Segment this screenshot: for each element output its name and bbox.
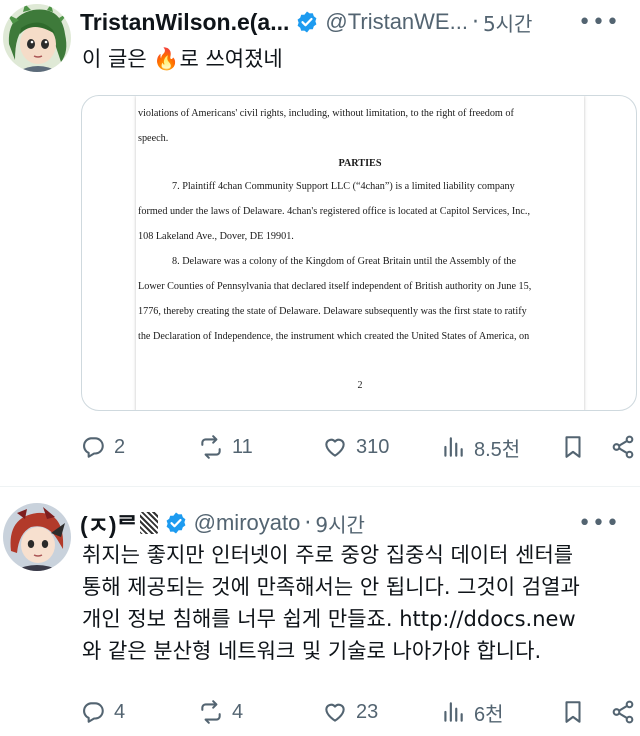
views-bar-icon (444, 437, 463, 457)
document-line: 7. Plaintiff 4chan Community Support LLC… (172, 181, 515, 192)
document-line: the Declaration of Independence, the ins… (138, 331, 530, 342)
author-handle[interactable]: @miroyato (194, 510, 301, 536)
verified-badge-icon (298, 11, 317, 33)
name-emoji-icon (139, 512, 158, 534)
repost-count: 4 (232, 700, 244, 723)
document-heading: PARTIES (338, 158, 382, 169)
tweet-1[interactable]: TristanWilson.e(a... @TristanWE... · 5시간… (0, 0, 640, 486)
views-bar-icon (444, 702, 463, 722)
author-name[interactable]: (ㅈ)ᄅ (80, 506, 138, 540)
author-handle[interactable]: @TristanWE... (325, 9, 468, 35)
timestamp[interactable]: 9시간 (315, 509, 365, 538)
heart-icon (325, 703, 345, 722)
tweet-text-line: 이 글은 🔥로 쓰여졌네 (82, 47, 283, 71)
views-count: 6천 (474, 703, 504, 726)
tweet-text-line: 와 같은 분산형 네트워크 및 기술로 나아가야 합니다. (82, 639, 542, 663)
page-number: 2 (357, 380, 363, 391)
heart-icon (325, 438, 345, 457)
repost-button[interactable]: 11 (198, 432, 253, 462)
like-button[interactable]: 23 (322, 697, 378, 727)
reply-count: 2 (114, 435, 126, 458)
separator-dot: · (304, 510, 312, 536)
repost-icon (201, 700, 221, 724)
share-button[interactable] (610, 697, 636, 727)
views-button[interactable]: 6천 (440, 697, 504, 727)
tweet-2[interactable]: (ㅈ)ᄅ @miroyato · 9시간 ••• 취지는 좋지만 인터넷이 주로… (0, 487, 640, 736)
reply-button[interactable]: 4 (80, 697, 125, 727)
bookmark-icon (565, 436, 581, 458)
tweet-text-line: 취지는 좋지만 인터넷이 주로 중앙 집중식 데이터 센터를 (82, 543, 574, 567)
action-bar: 2 11 310 8.5천 (80, 432, 640, 462)
document-page: violations of Americans' civil rights, i… (136, 96, 584, 410)
timestamp[interactable]: 5시간 (483, 8, 533, 37)
reply-count: 4 (114, 700, 126, 723)
author-name[interactable]: TristanWilson.e(a... (80, 9, 289, 36)
tweet-text: 취지는 좋지만 인터넷이 주로 중앙 집중식 데이터 센터를 통해 제공되는 것… (82, 539, 630, 667)
bookmark-button[interactable] (560, 432, 586, 462)
share-button[interactable] (610, 432, 636, 462)
views-button[interactable]: 8.5천 (440, 432, 520, 462)
tweet-header: (ㅈ)ᄅ @miroyato · 9시간 ••• (80, 507, 632, 539)
views-count: 8.5천 (474, 438, 521, 461)
tweet-header: TristanWilson.e(a... @TristanWE... · 5시간… (80, 6, 632, 38)
document-line: violations of Americans' civil rights, i… (138, 108, 514, 119)
verified-badge-icon (166, 512, 186, 534)
tweet-text: 이 글은 🔥로 쓰여졌네 (82, 43, 283, 75)
document-line: Lower Counties of Pennsylvania that decl… (138, 281, 532, 292)
reply-icon (83, 702, 104, 723)
document-line: speech. (138, 133, 169, 144)
document-line: 8. Delaware was a colony of the Kingdom … (172, 256, 517, 267)
document-line: 1776, thereby creating the state of Dela… (138, 306, 527, 317)
tweet-text-line: 통해 제공되는 것에 만족해서는 안 됩니다. 그것이 검열과 (82, 575, 580, 599)
share-icon (612, 700, 634, 724)
separator-dot: · (471, 9, 479, 35)
reply-icon (83, 437, 104, 458)
share-icon (612, 435, 634, 459)
action-bar: 4 4 23 6천 (80, 697, 640, 727)
attached-image[interactable]: violations of Americans' civil rights, i… (81, 95, 637, 411)
tweet-text-line: 개인 정보 침해를 너무 쉽게 만들죠. http://ddocs.new (82, 607, 576, 631)
like-button[interactable]: 310 (322, 432, 389, 462)
like-count: 23 (356, 700, 379, 723)
avatar[interactable] (3, 4, 71, 72)
repost-count: 11 (232, 435, 253, 458)
avatar[interactable] (3, 503, 71, 571)
more-dots-icon[interactable]: ••• (578, 10, 620, 35)
repost-icon (201, 435, 221, 459)
more-dots-icon[interactable]: ••• (578, 511, 620, 536)
bookmark-button[interactable] (560, 697, 586, 727)
bookmark-icon (565, 701, 581, 723)
document-line: formed under the laws of Delaware. 4chan… (138, 206, 531, 217)
document-line: 108 Lakeland Ave., Dover, DE 19901. (138, 231, 294, 242)
like-count: 310 (356, 435, 390, 458)
repost-button[interactable]: 4 (198, 697, 243, 727)
reply-button[interactable]: 2 (80, 432, 125, 462)
